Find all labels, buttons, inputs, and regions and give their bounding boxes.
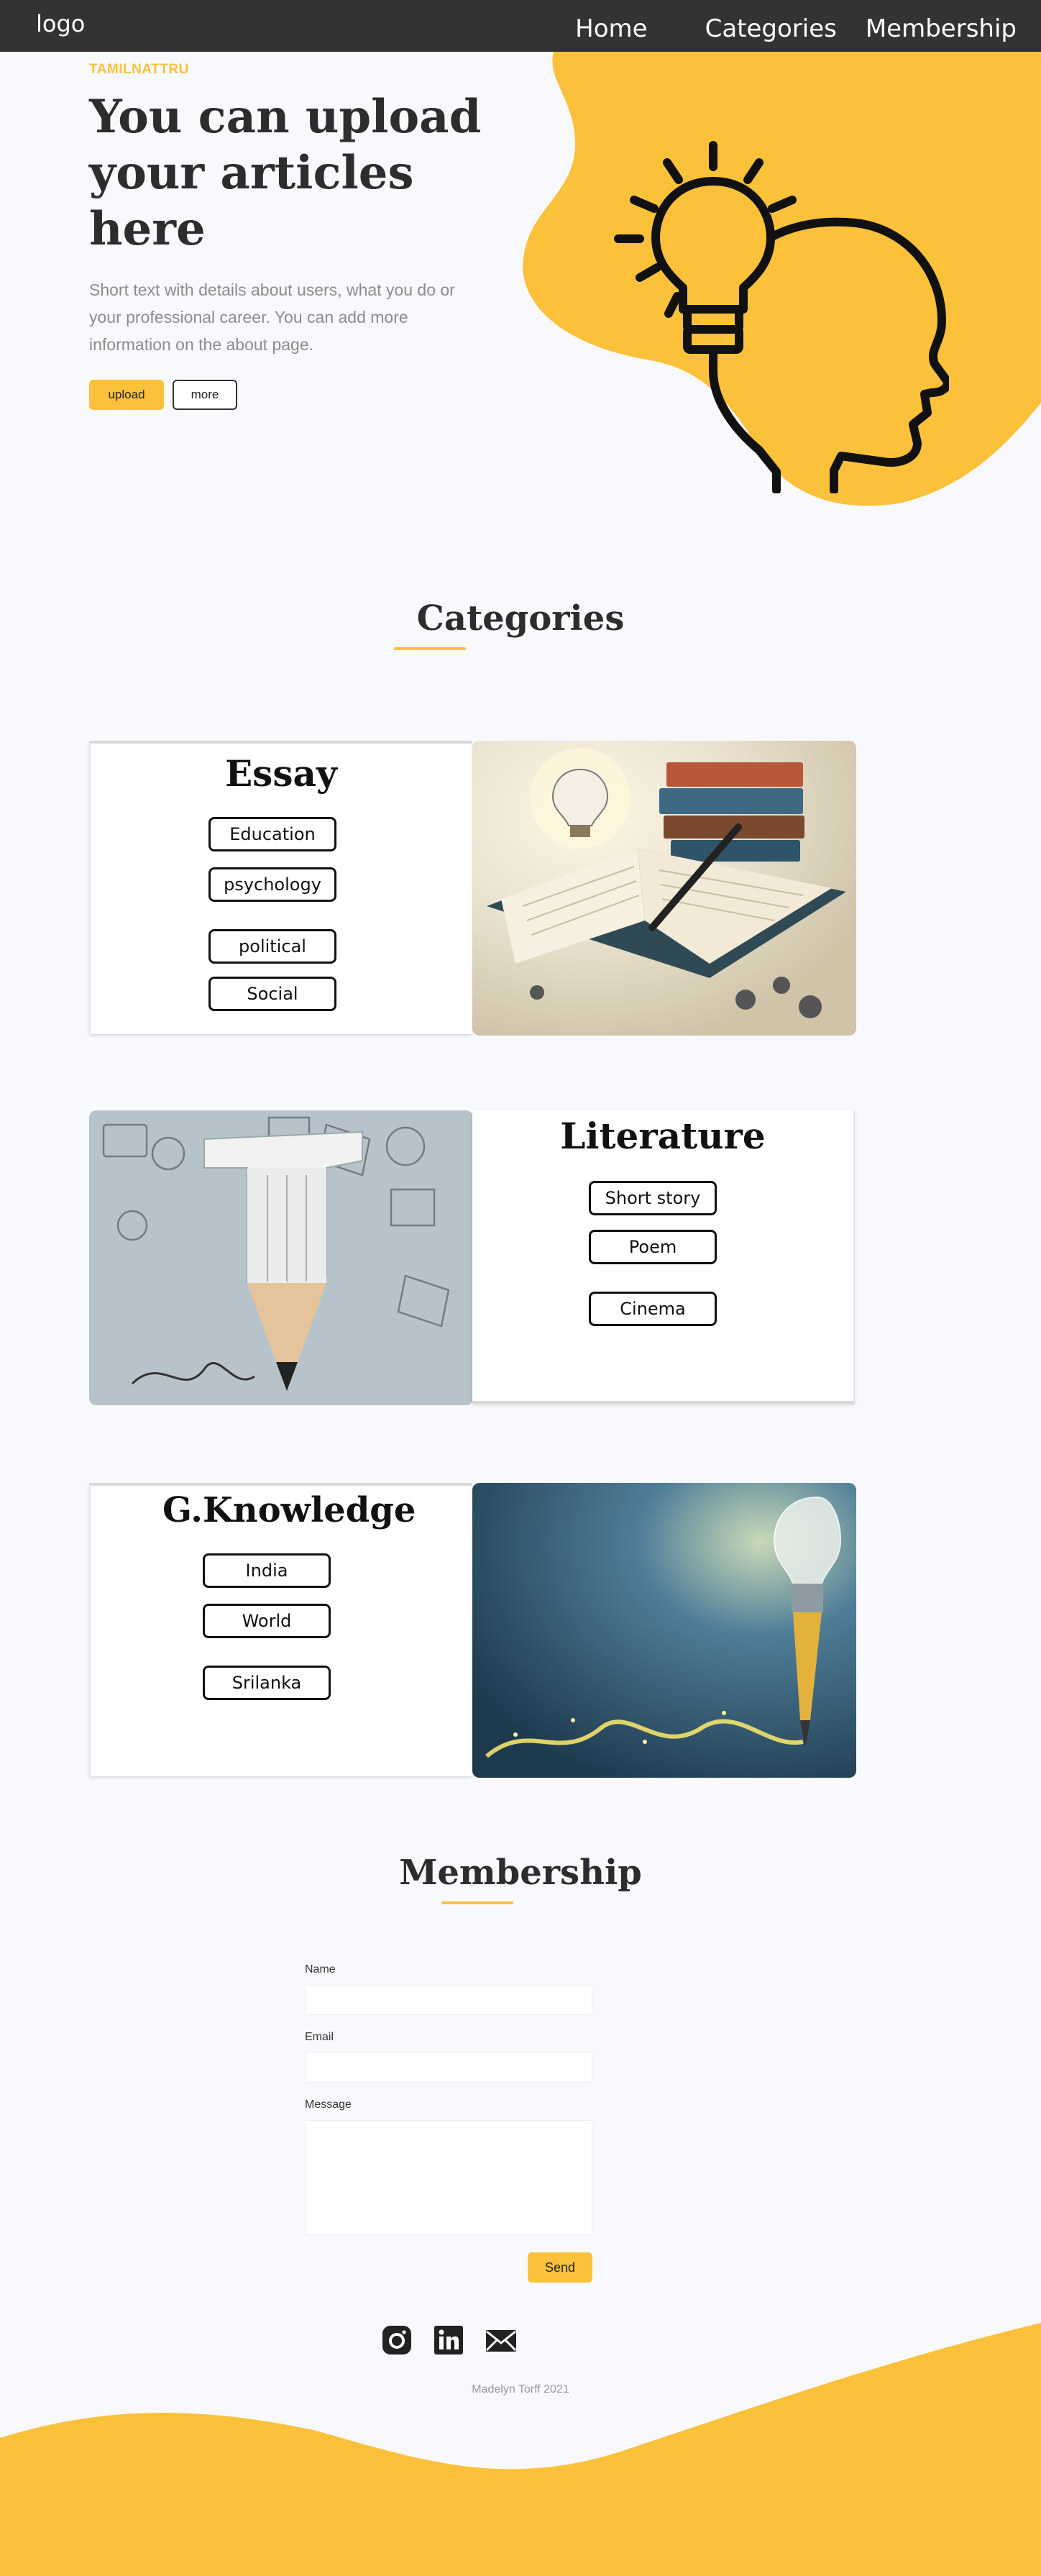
- hero-title: You can upload your articles here: [89, 90, 482, 256]
- open-book-icon: [472, 741, 856, 1036]
- tag-political[interactable]: political: [208, 929, 336, 964]
- tag-short-story[interactable]: Short story: [589, 1181, 717, 1215]
- hero-kicker: TAMILNATTRU: [89, 62, 189, 77]
- literature-card: Literature Short story Poem Cinema: [472, 1110, 855, 1404]
- essay-card: Essay Education psychology political Soc…: [89, 741, 472, 1034]
- pencil-ideas-icon: [89, 1110, 473, 1405]
- categories-underline: [394, 647, 466, 650]
- nav-links: Home Categories Membership: [575, 14, 1017, 43]
- footer-wave: [0, 2323, 1041, 2576]
- nav-link-membership[interactable]: Membership: [866, 14, 1017, 43]
- gk-card: G.Knowledge India World Srilanka: [89, 1483, 472, 1776]
- mail-icon[interactable]: [485, 2324, 518, 2356]
- name-label: Name: [305, 1963, 336, 1976]
- tag-social[interactable]: Social: [208, 977, 336, 1011]
- nav-link-categories[interactable]: Categories: [705, 14, 837, 43]
- tag-cinema[interactable]: Cinema: [589, 1292, 717, 1326]
- message-textarea[interactable]: [305, 2120, 592, 2235]
- more-button[interactable]: more: [173, 380, 237, 410]
- membership-heading: Membership: [399, 1853, 642, 1893]
- copyright-text: Madelyn Torff 2021: [472, 2383, 569, 2395]
- top-navbar: logo Home Categories Membership: [0, 0, 1041, 52]
- message-label: Message: [305, 2098, 352, 2111]
- upload-button[interactable]: upload: [89, 380, 164, 410]
- site-logo[interactable]: logo: [36, 10, 85, 37]
- literature-title: Literature: [560, 1115, 766, 1157]
- literature-image: [89, 1110, 473, 1405]
- tag-world[interactable]: World: [203, 1604, 331, 1638]
- tag-education[interactable]: Education: [208, 817, 336, 851]
- gk-image: [472, 1483, 856, 1778]
- hero-description: Short text with details about users, wha…: [89, 280, 455, 354]
- tag-india[interactable]: India: [203, 1553, 331, 1588]
- page: logo Home Categories Membership TAMILNAT…: [0, 0, 1041, 2576]
- tag-poem[interactable]: Poem: [589, 1230, 717, 1264]
- gk-title: G.Knowledge: [162, 1490, 416, 1530]
- name-input[interactable]: [305, 1985, 592, 2015]
- nav-link-home[interactable]: Home: [575, 14, 647, 43]
- membership-underline: [441, 1901, 513, 1904]
- send-button[interactable]: Send: [528, 2252, 592, 2283]
- linkedin-icon[interactable]: [433, 2324, 464, 2356]
- instagram-icon[interactable]: [381, 2324, 413, 2356]
- email-input[interactable]: [305, 2052, 592, 2083]
- essay-title: Essay: [225, 752, 337, 795]
- tag-psychology[interactable]: psychology: [208, 867, 336, 902]
- essay-image: [472, 741, 856, 1036]
- categories-heading: Categories: [416, 598, 625, 639]
- pencil-lightbulb-icon: [472, 1483, 856, 1778]
- tag-srilanka[interactable]: Srilanka: [203, 1666, 331, 1700]
- email-label: Email: [305, 2031, 334, 2043]
- head-lightbulb-icon: [614, 141, 949, 493]
